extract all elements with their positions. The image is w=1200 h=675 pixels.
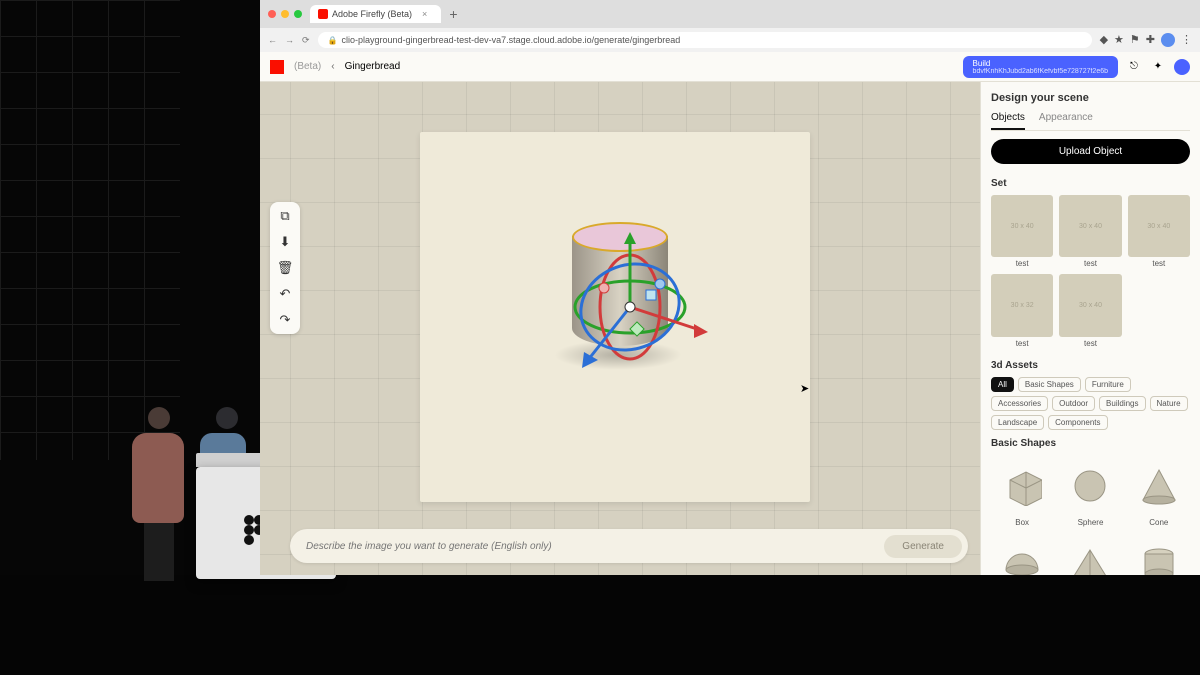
adobe-favicon-icon bbox=[318, 9, 328, 19]
breadcrumb[interactable]: Gingerbread bbox=[345, 61, 401, 72]
prompt-input[interactable] bbox=[306, 541, 884, 552]
asset-sphere[interactable]: Sphere bbox=[1059, 455, 1121, 527]
category-chip[interactable]: Furniture bbox=[1085, 377, 1131, 392]
download-button[interactable]: ⬇ bbox=[280, 234, 291, 250]
browser-address-bar: ← → ⟳ 🔒 clio-playground-gingerbread-test… bbox=[260, 28, 1200, 52]
category-chip[interactable]: Buildings bbox=[1099, 396, 1145, 411]
window-controls[interactable] bbox=[260, 10, 310, 18]
nav-forward-icon[interactable]: → bbox=[285, 35, 294, 45]
nav-reload-icon[interactable]: ⟳ bbox=[302, 35, 310, 46]
set-thumbnail[interactable]: 30 x 40test bbox=[1059, 195, 1121, 268]
beta-label: (Beta) bbox=[294, 61, 321, 72]
delete-button[interactable]: 🗑 bbox=[277, 260, 294, 276]
browser-tabstrip: Adobe Firefly (Beta) × + bbox=[260, 0, 1200, 28]
user-avatar-icon[interactable] bbox=[1174, 59, 1190, 75]
build-chip[interactable]: Build bdvfKnhKhJubd2ab6fKefvbf5e728727f2… bbox=[963, 56, 1118, 78]
asset-hemisphere[interactable]: Hemisphere bbox=[991, 533, 1053, 575]
set-thumbnail[interactable]: 30 x 32test bbox=[991, 274, 1053, 347]
canvas-viewport[interactable]: ⧉ ⬇ 🗑 ↶ ↷ bbox=[260, 82, 980, 575]
generate-button[interactable]: Generate bbox=[884, 535, 962, 558]
assets-section-label: 3d Assets bbox=[991, 360, 1190, 371]
set-thumbnail[interactable]: 30 x 40test bbox=[1059, 274, 1121, 347]
canvas-toolbar: ⧉ ⬇ 🗑 ↶ ↷ bbox=[270, 202, 300, 334]
close-tab-icon[interactable]: × bbox=[422, 9, 427, 19]
prompt-bar: Generate bbox=[290, 529, 968, 563]
set-thumbnail[interactable]: 30 x 40test bbox=[1128, 195, 1190, 268]
app-header: (Beta) ‹ Gingerbread Build bdvfKnhKhJubd… bbox=[260, 52, 1200, 82]
profile-avatar-icon[interactable] bbox=[1161, 33, 1175, 47]
url-text: clio-playground-gingerbread-test-dev-va7… bbox=[342, 35, 681, 45]
new-tab-button[interactable]: + bbox=[441, 6, 465, 22]
extension-icon[interactable]: ✚ bbox=[1146, 33, 1155, 47]
url-field[interactable]: 🔒 clio-playground-gingerbread-test-dev-v… bbox=[318, 32, 1092, 48]
asset-pyramid[interactable]: Pyramid bbox=[1059, 533, 1121, 575]
category-chip[interactable]: Landscape bbox=[991, 415, 1044, 430]
category-chip[interactable]: Basic Shapes bbox=[1018, 377, 1081, 392]
panel-title: Design your scene bbox=[991, 92, 1190, 104]
category-chip[interactable]: Accessories bbox=[991, 396, 1048, 411]
browser-tab[interactable]: Adobe Firefly (Beta) × bbox=[310, 5, 441, 23]
asset-cone[interactable]: Cone bbox=[1128, 455, 1190, 527]
set-section-label: Set bbox=[991, 178, 1190, 189]
category-chip[interactable]: Nature bbox=[1150, 396, 1188, 411]
presenter-1 bbox=[132, 407, 186, 577]
right-panel: Design your scene Objects Appearance Upl… bbox=[980, 82, 1200, 575]
browser-menu-icon[interactable]: ⋮ bbox=[1181, 33, 1192, 47]
tab-title: Adobe Firefly (Beta) bbox=[332, 9, 412, 19]
undo-button[interactable]: ↶ bbox=[280, 286, 291, 302]
category-chip[interactable]: Components bbox=[1048, 415, 1107, 430]
adobe-logo-icon bbox=[270, 60, 284, 74]
extension-icon[interactable]: ◆ bbox=[1100, 33, 1108, 47]
asset-box[interactable]: Box bbox=[991, 455, 1053, 527]
projected-screen: Adobe Firefly (Beta) × + ← → ⟳ 🔒 clio-pl… bbox=[260, 0, 1200, 575]
tab-objects[interactable]: Objects bbox=[991, 112, 1025, 130]
set-thumbnail[interactable]: 30 x 40test bbox=[991, 195, 1053, 268]
mouse-cursor-icon: ➤ bbox=[800, 382, 809, 395]
category-chip[interactable]: Outdoor bbox=[1052, 396, 1095, 411]
share-icon[interactable]: ⎋ bbox=[1126, 59, 1142, 75]
category-chip[interactable]: All bbox=[991, 377, 1014, 392]
extension-icon[interactable]: ⚑ bbox=[1130, 33, 1140, 47]
duplicate-button[interactable]: ⧉ bbox=[280, 208, 289, 224]
upload-object-button[interactable]: Upload Object bbox=[991, 139, 1190, 164]
help-icon[interactable]: ✦ bbox=[1150, 59, 1166, 75]
tab-appearance[interactable]: Appearance bbox=[1039, 112, 1093, 130]
nav-back-icon[interactable]: ← bbox=[268, 35, 277, 45]
breadcrumb-back-icon[interactable]: ‹ bbox=[331, 61, 334, 72]
lock-icon: 🔒 bbox=[328, 36, 338, 45]
shapes-section-label: Basic Shapes bbox=[991, 438, 1190, 449]
selected-object-cylinder[interactable] bbox=[560, 212, 680, 362]
asset-cylinder[interactable]: Cylinder bbox=[1128, 533, 1190, 575]
redo-button[interactable]: ↷ bbox=[280, 312, 291, 328]
extension-icon[interactable]: ★ bbox=[1114, 33, 1124, 47]
